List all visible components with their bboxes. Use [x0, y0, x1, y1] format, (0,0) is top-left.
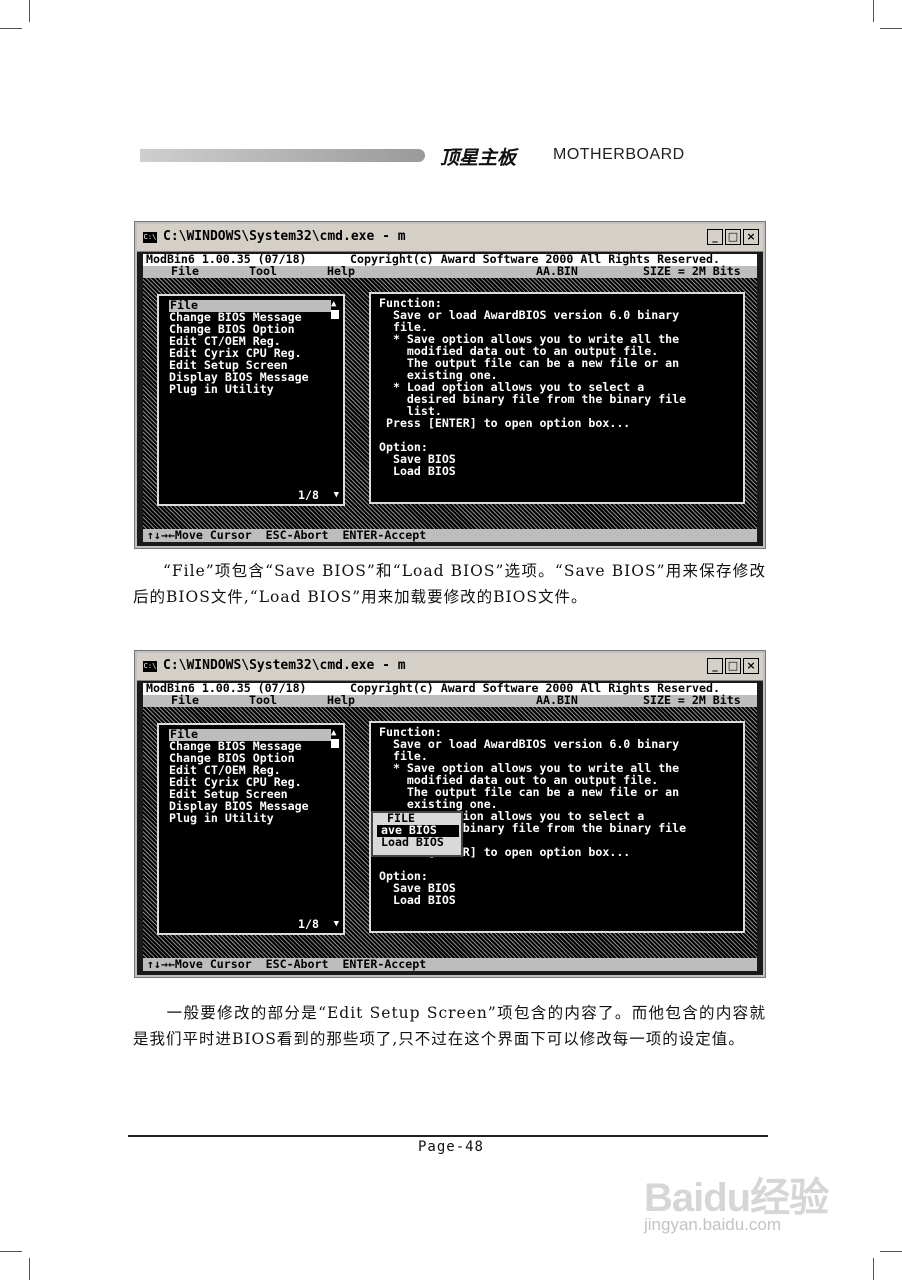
- maximize-button[interactable]: □: [725, 229, 741, 245]
- page-indicator: 1/8: [296, 488, 321, 503]
- brand-name-en: MOTHERBOARD: [553, 146, 685, 163]
- scroll-down-arrow-icon[interactable]: ▼: [334, 920, 339, 929]
- file-option-popup: FILE ave BIOS Load BIOS: [371, 811, 463, 857]
- paragraph-edit-setup-screen: 一般要修改的部分是“Edit Setup Screen”项包含的内容了。而他包含…: [133, 1004, 766, 1048]
- header-decor-bar: [140, 149, 425, 162]
- popup-option-load-bios[interactable]: Load BIOS: [377, 836, 459, 849]
- filename: AA.BIN: [536, 693, 578, 707]
- console-area: ModBin6 1.00.35 (07/18) Copyright(c) Awa…: [143, 682, 757, 971]
- maximize-button[interactable]: □: [725, 658, 741, 674]
- minimize-button[interactable]: _: [707, 229, 723, 245]
- scroll-down-arrow-icon[interactable]: ▼: [334, 491, 339, 500]
- menu-help[interactable]: Help: [327, 694, 355, 707]
- scroll-up-arrow-icon[interactable]: ▲: [331, 729, 339, 738]
- file-size: SIZE = 2M Bits: [643, 264, 741, 278]
- baidu-watermark: Baidu经验 jingyan.baidu.com: [640, 1145, 860, 1245]
- paragraph-file-options: “File”项包含“Save BIOS”和“Load BIOS”选项。“Save…: [133, 562, 766, 606]
- window-titlebar: C:\ C:\WINDOWS\System32\cmd.exe - m _ □ …: [137, 653, 763, 681]
- scroll-up-arrow-icon[interactable]: ▲: [331, 300, 339, 309]
- close-button[interactable]: ×: [743, 658, 759, 674]
- desc-line: Load BIOS: [379, 464, 456, 478]
- desc-line: Press [ENTER] to open option box...: [379, 416, 631, 430]
- brand-name-cn: 顶星主板: [440, 147, 517, 169]
- filename: AA.BIN: [536, 264, 578, 278]
- menu-panel: File Change BIOS Message Change BIOS Opt…: [157, 294, 345, 506]
- menu-item-plug-in-utility[interactable]: Plug in Utility: [169, 812, 274, 825]
- menu-bar: File Tool Help AA.BIN SIZE = 2M Bits: [143, 264, 757, 278]
- console-app-icon: C:\: [143, 232, 157, 243]
- menu-item-plug-in-utility[interactable]: Plug in Utility: [169, 383, 274, 396]
- crop-mark: [873, 0, 874, 22]
- watermark-url: jingyan.baidu.com: [644, 1215, 782, 1234]
- menu-tool[interactable]: Tool: [249, 694, 277, 707]
- footer-divider: [128, 1135, 768, 1137]
- file-size: SIZE = 2M Bits: [643, 693, 741, 707]
- crop-mark: [880, 28, 902, 29]
- window-title: C:\WINDOWS\System32\cmd.exe - m: [163, 229, 406, 244]
- minimize-button[interactable]: _: [707, 658, 723, 674]
- console-area: ModBin6 1.00.35 (07/18) Copyright(c) Awa…: [143, 253, 757, 542]
- menu-file[interactable]: File: [171, 694, 199, 707]
- menu-help[interactable]: Help: [327, 265, 355, 278]
- crop-mark: [0, 28, 22, 29]
- crop-mark: [29, 1258, 30, 1280]
- window-titlebar: C:\ C:\WINDOWS\System32\cmd.exe - m _ □ …: [137, 224, 763, 252]
- status-bar: ↑↓→←Move Cursor ESC-Abort ENTER-Accept: [143, 529, 757, 542]
- menu-panel: File Change BIOS Message Change BIOS Opt…: [157, 723, 345, 935]
- crop-mark: [0, 1251, 22, 1252]
- crop-mark: [29, 0, 30, 22]
- console-app-icon: C:\: [143, 661, 157, 672]
- window-title: C:\WINDOWS\System32\cmd.exe - m: [163, 658, 406, 673]
- menu-bar: File Tool Help AA.BIN SIZE = 2M Bits: [143, 693, 757, 707]
- function-description-panel: Function: Save or load AwardBIOS version…: [369, 292, 745, 504]
- status-bar: ↑↓→←Move Cursor ESC-Abort ENTER-Accept: [143, 958, 757, 971]
- desc-line: Load BIOS: [379, 893, 456, 907]
- menu-file[interactable]: File: [171, 265, 199, 278]
- cmd-window-2: C:\ C:\WINDOWS\System32\cmd.exe - m _ □ …: [134, 650, 766, 978]
- menu-tool[interactable]: Tool: [249, 265, 277, 278]
- cmd-window-1: C:\ C:\WINDOWS\System32\cmd.exe - m _ □ …: [134, 221, 766, 549]
- page-indicator: 1/8: [296, 917, 321, 932]
- scroll-thumb[interactable]: [331, 739, 339, 748]
- scroll-thumb[interactable]: [331, 310, 339, 319]
- crop-mark: [880, 1251, 902, 1252]
- crop-mark: [873, 1258, 874, 1280]
- close-button[interactable]: ×: [743, 229, 759, 245]
